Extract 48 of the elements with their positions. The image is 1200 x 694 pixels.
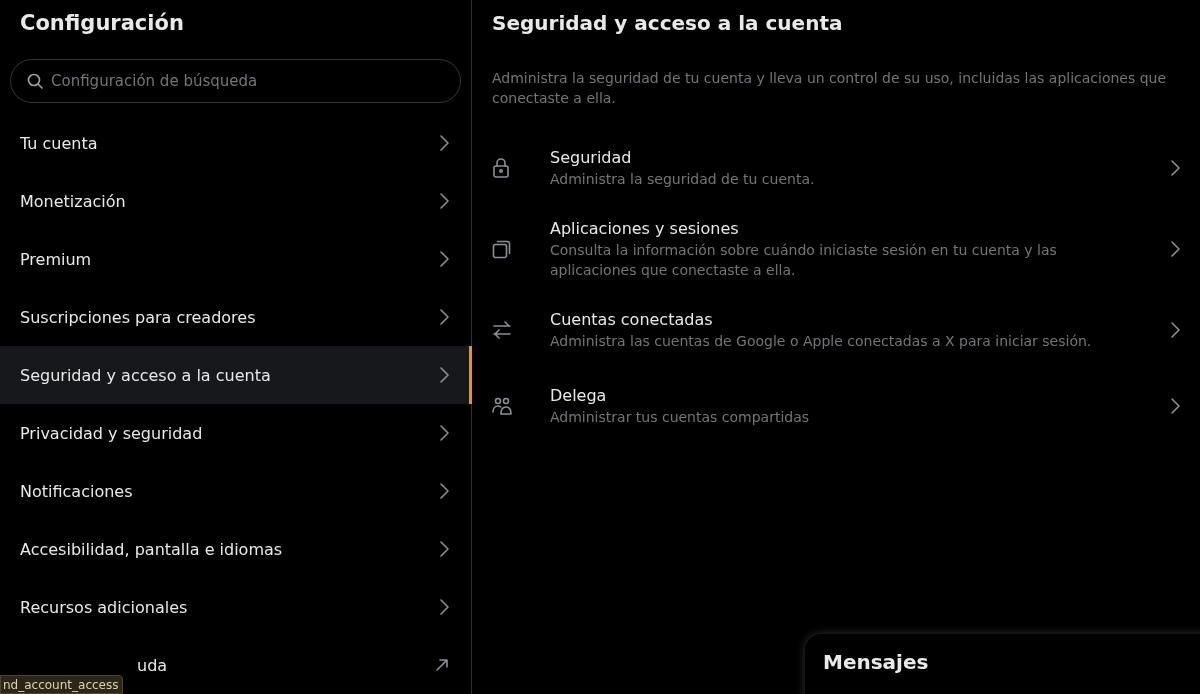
sidebar-item[interactable]: Suscripciones para creadores — [0, 288, 472, 346]
option-subtitle: Administra las cuentas de Google o Apple conectadas a X para iniciar sesión. — [550, 332, 1093, 351]
sidebar-item[interactable]: Seguridad y acceso a la cuenta — [0, 346, 472, 404]
settings-option[interactable]: Delega Administrar tus cuentas compartidas — [472, 368, 1200, 444]
sidebar-item[interactable]: Notificaciones — [0, 462, 472, 520]
option-subtitle: Consulta la información sobre cuándo iniciaste sesión en tu cuenta y las aplicaciones que conectaste a ella. — [550, 241, 1058, 280]
option-title: Delega — [550, 385, 608, 407]
sidebar-item[interactable]: Tu cuenta — [0, 114, 472, 172]
option-title: Aplicaciones y sesiones — [550, 218, 740, 240]
chevron-right-icon — [440, 135, 449, 151]
messages-drawer[interactable]: Mensajes — [805, 634, 1200, 694]
settings-option[interactable]: Cuentas conectadas Administra las cuentas de Google o Apple conectadas a X para iniciar sesión. — [472, 292, 1200, 368]
page-description: Administra la seguridad de tu cuenta y lleva un control de su uso, incluidas las aplicaciones que conectaste a ella. — [492, 69, 1168, 108]
lock-icon — [492, 158, 510, 178]
chevron-right-icon — [440, 541, 449, 557]
chevron-right-icon — [440, 599, 449, 615]
people-icon — [492, 396, 514, 416]
chevron-right-icon — [1171, 160, 1180, 176]
chevron-right-icon — [440, 193, 449, 209]
sidebar-item[interactable]: Accesibilidad, pantalla e idiomas — [0, 520, 472, 578]
settings-option[interactable]: Seguridad Administra la seguridad de tu cuenta. — [472, 130, 1200, 206]
sidebar-item[interactable]: Monetización — [0, 172, 472, 230]
chevron-right-icon — [1171, 398, 1180, 414]
status-tooltip: nd_account_access — [0, 675, 124, 694]
sidebar-item[interactable]: Privacidad y seguridad — [0, 404, 472, 462]
chevron-right-icon — [440, 425, 449, 441]
chevron-right-icon — [440, 483, 449, 499]
page-title: Seguridad y acceso a la cuenta — [492, 10, 844, 37]
chevron-right-icon — [440, 367, 449, 383]
sidebar-title: Configuración — [19, 10, 185, 37]
chevron-right-icon — [1171, 322, 1180, 338]
chevron-right-icon — [440, 309, 449, 325]
option-subtitle: Administra la seguridad de tu cuenta. — [550, 170, 816, 189]
chevron-right-icon — [440, 251, 449, 267]
option-title: Cuentas conectadas — [550, 309, 714, 331]
option-subtitle: Administrar tus cuentas compartidas — [550, 408, 811, 427]
swap-arrows-icon — [492, 321, 512, 339]
sidebar-item[interactable]: Premium — [0, 230, 472, 288]
sidebar-item[interactable]: uda — [128, 636, 472, 694]
settings-option[interactable]: Aplicaciones y sesiones Consulta la información sobre cuándo iniciaste sesión en tu cuenta y las aplicaciones que conectaste a ella. — [472, 206, 1200, 292]
search-input[interactable]: Configuración de búsqueda — [49, 71, 444, 91]
windows-icon — [492, 239, 512, 259]
sidebar-item[interactable]: Recursos adicionales — [0, 578, 472, 636]
option-title: Seguridad — [550, 147, 633, 169]
drawer-title: Mensajes — [823, 650, 929, 676]
chevron-right-icon — [1171, 241, 1180, 257]
external-link-icon — [435, 658, 449, 672]
search-icon — [27, 73, 43, 89]
